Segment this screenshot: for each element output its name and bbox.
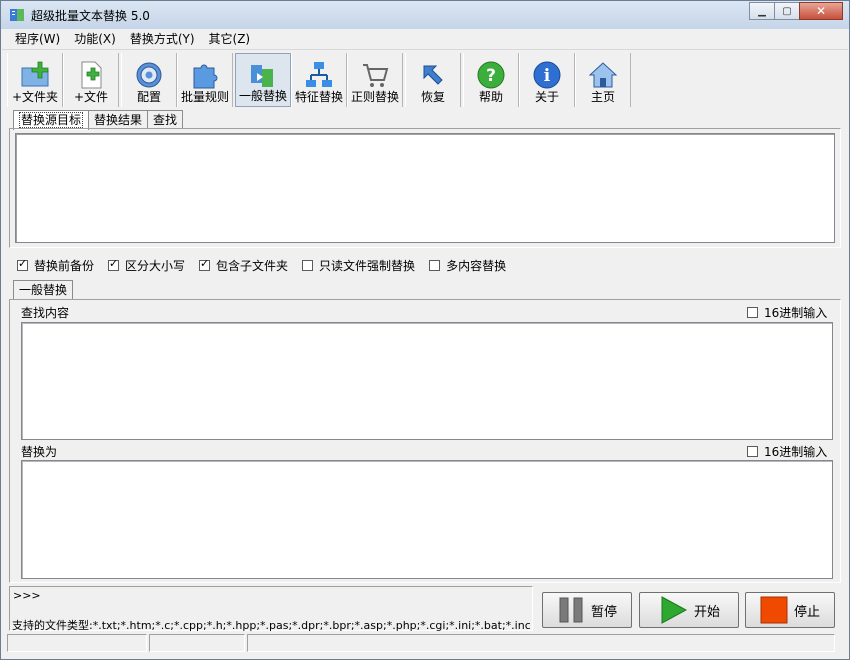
find-hex-checkbox[interactable]: 16进制输入 (747, 304, 827, 321)
find-content-label: 查找内容 (21, 306, 70, 320)
add-file-icon (75, 59, 107, 91)
app-icon (10, 9, 24, 21)
replace-hex-checkbox[interactable]: 16进制输入 (747, 443, 827, 460)
multi-content-checkbox[interactable]: 多内容替换 (429, 257, 506, 274)
checkbox-box (199, 257, 211, 271)
window-title: 超级批量文本替换 5.0 (31, 9, 150, 23)
close-icon: ✕ (815, 4, 827, 18)
case-sensitive-checkbox[interactable]: 区分大小写 (108, 257, 185, 274)
options-row: 替换前备份 区分大小写 包含子文件夹 只读文件强制替换 多内容替换 (17, 257, 520, 274)
add-folder-icon (19, 59, 51, 91)
include-subfolders-checkbox[interactable]: 包含子文件夹 (199, 257, 288, 274)
svg-text:?: ? (486, 66, 496, 86)
stop-button[interactable]: 停止 (745, 592, 835, 628)
normal-replace-button[interactable]: 一般替换 (235, 53, 291, 107)
add-folder-button[interactable]: +文件夹 (7, 53, 63, 107)
menu-other[interactable]: 其它(Z) (202, 30, 258, 49)
force-readonly-checkbox[interactable]: 只读文件强制替换 (302, 257, 415, 274)
tab-find[interactable]: 查找 (147, 110, 184, 129)
find-content-input[interactable] (21, 322, 833, 440)
title-bar: 超级批量文本替换 5.0 ▁ ▢ ✕ (1, 1, 849, 29)
replace-tabs: 一般替换 (13, 280, 74, 300)
checkbox-box (747, 307, 758, 318)
checkbox-box (429, 260, 441, 271)
help-icon: ? (475, 59, 507, 91)
status-bar (7, 634, 841, 654)
minimize-icon: ▁ (758, 5, 766, 17)
feature-replace-button[interactable]: 特征替换 (291, 53, 347, 107)
replace-with-label: 替换为 (21, 445, 58, 459)
pause-button[interactable]: 暂停 (542, 592, 632, 628)
toolbar: +文件夹 +文件 配置 批量规则 一般替换 特征替换 正则替换 恢复 ? 帮助 … (7, 53, 631, 107)
regex-replace-button[interactable]: 正则替换 (347, 53, 403, 107)
feature-replace-icon (303, 59, 335, 91)
log-prompt: >>> (13, 589, 41, 602)
close-button[interactable]: ✕ (799, 2, 843, 20)
start-button[interactable]: 开始 (639, 592, 739, 628)
source-tabs: 替换源目标 替换结果 查找 (13, 110, 184, 130)
help-button[interactable]: ? 帮助 (463, 53, 519, 107)
supported-filetypes-text: 支持的文件类型:*.txt;*.htm;*.c;*.cpp;*.h;*.hpp;… (12, 619, 530, 632)
status-cell-2 (149, 634, 245, 652)
puzzle-icon (189, 59, 221, 91)
homepage-button[interactable]: 主页 (575, 53, 631, 107)
restore-button[interactable]: 恢复 (405, 53, 461, 107)
restore-arrow-icon (417, 59, 449, 91)
normal-replace-icon (247, 60, 279, 92)
checkbox-box (302, 260, 314, 271)
tab-normal-replace[interactable]: 一般替换 (13, 280, 74, 300)
config-button[interactable]: 配置 (121, 53, 177, 107)
info-icon: i (531, 59, 563, 91)
cart-icon (359, 59, 391, 91)
checkbox-box (747, 446, 758, 457)
home-icon (587, 59, 619, 91)
menu-replace-mode[interactable]: 替换方式(Y) (123, 30, 202, 49)
app-window: 超级批量文本替换 5.0 ▁ ▢ ✕ 程序(W) 功能(X) 替换方式(Y) 其… (0, 0, 850, 660)
config-gear-icon (133, 59, 165, 91)
replace-with-input[interactable] (21, 460, 833, 579)
source-target-list[interactable] (15, 133, 835, 243)
backup-before-replace-checkbox[interactable]: 替换前备份 (17, 257, 94, 274)
pause-icon (559, 597, 583, 623)
stop-icon (760, 596, 788, 624)
log-panel: >>> 支持的文件类型:*.txt;*.htm;*.c;*.cpp;*.h;*.… (9, 586, 533, 632)
checkbox-box (108, 257, 120, 271)
maximize-button[interactable]: ▢ (774, 2, 800, 20)
menu-program[interactable]: 程序(W) (8, 30, 67, 49)
menu-bar: 程序(W) 功能(X) 替换方式(Y) 其它(Z) (2, 29, 848, 50)
status-cell-1 (7, 634, 147, 652)
checkbox-box (17, 257, 28, 271)
batch-rules-button[interactable]: 批量规则 (177, 53, 233, 107)
add-file-button[interactable]: +文件 (63, 53, 119, 107)
minimize-button[interactable]: ▁ (749, 2, 775, 20)
maximize-icon: ▢ (782, 5, 792, 17)
status-cell-3 (247, 634, 835, 652)
tab-source-targets[interactable]: 替换源目标 (13, 110, 90, 130)
svg-text:i: i (544, 66, 551, 86)
menu-function[interactable]: 功能(X) (67, 30, 123, 49)
play-icon (661, 596, 688, 624)
tab-replace-results[interactable]: 替换结果 (88, 110, 149, 129)
about-button[interactable]: i 关于 (519, 53, 575, 107)
